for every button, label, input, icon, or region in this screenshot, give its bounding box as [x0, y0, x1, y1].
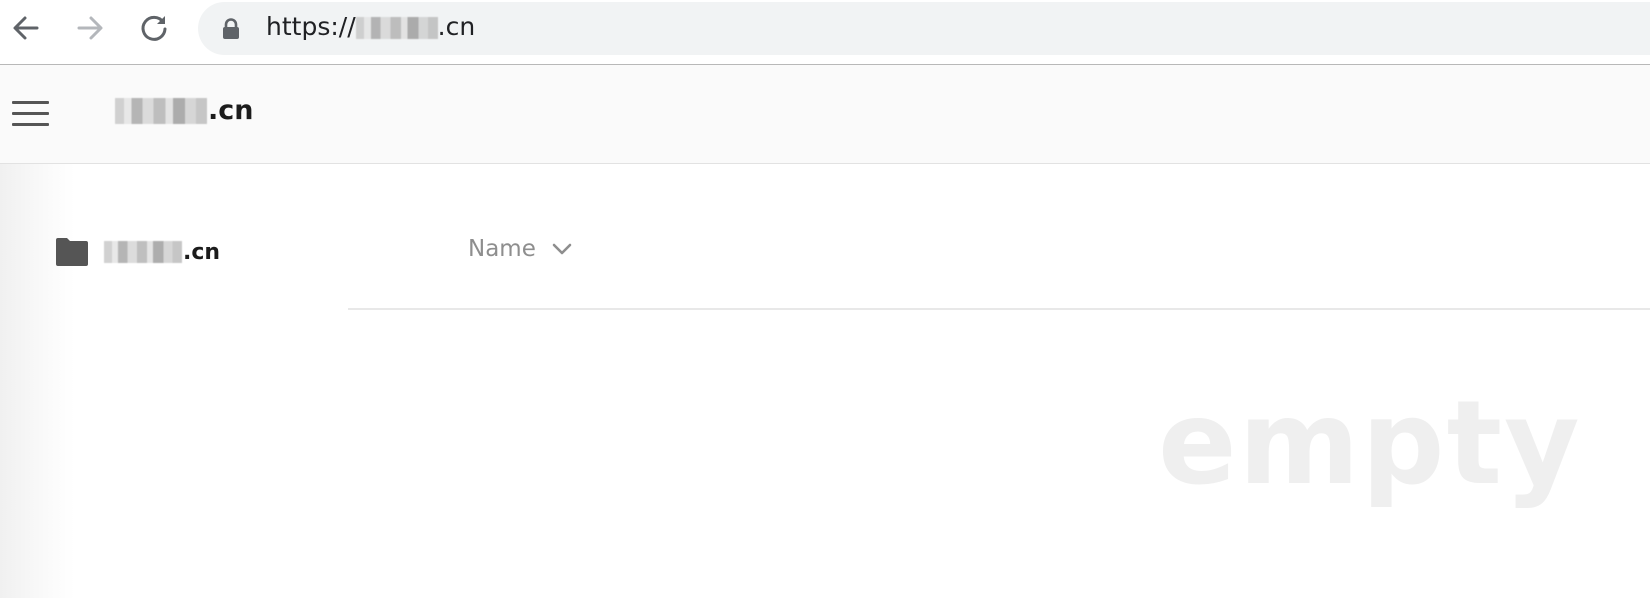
url-text: https:// .cn [266, 12, 475, 41]
empty-state-watermark: empty [1158, 376, 1582, 511]
forward-button[interactable] [73, 9, 107, 47]
browser-toolbar: https:// .cn [0, 0, 1650, 65]
file-list-panel: Name empty [348, 164, 1650, 598]
back-arrow-icon [13, 16, 39, 40]
redacted-site-name [115, 97, 207, 124]
chevron-down-icon [552, 243, 572, 255]
reload-icon [141, 15, 167, 41]
back-button[interactable] [9, 9, 43, 47]
redacted-domain [355, 16, 438, 39]
sidebar-item-root-folder[interactable]: .cn [56, 236, 220, 268]
file-list-header: Name [348, 164, 1650, 310]
url-protocol: https:// [266, 12, 356, 41]
address-bar[interactable]: https:// .cn [198, 2, 1650, 55]
forward-arrow-icon [77, 16, 103, 40]
sort-by-name-button[interactable]: Name [468, 236, 572, 262]
folder-tld: .cn [183, 239, 221, 265]
url-tld: .cn [437, 12, 476, 41]
hamburger-menu-icon[interactable] [12, 101, 49, 127]
sort-label: Name [468, 236, 536, 262]
redacted-folder-name [104, 241, 182, 263]
lock-icon [223, 18, 239, 39]
page-title: .cn [115, 95, 253, 126]
folder-icon [56, 238, 88, 266]
reload-button[interactable] [137, 9, 171, 47]
page-title-tld: .cn [208, 95, 254, 126]
sidebar-item-label: .cn [104, 240, 220, 265]
app-header: .cn [0, 65, 1650, 164]
sidebar: .cn [0, 164, 348, 598]
